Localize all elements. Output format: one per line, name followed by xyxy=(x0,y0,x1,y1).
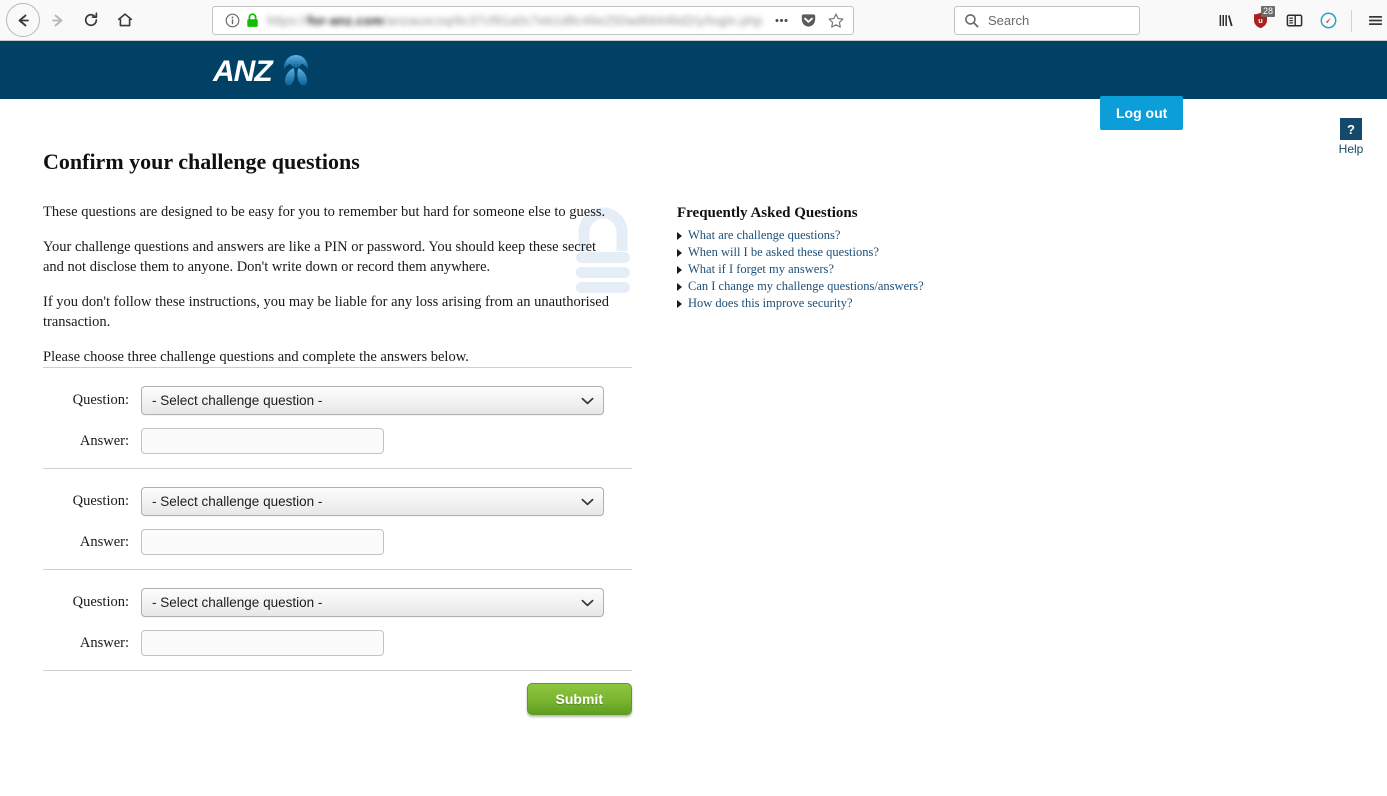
faq-link[interactable]: How does this improve security? xyxy=(688,296,853,311)
answer-label: Answer: xyxy=(79,432,129,449)
faq-item[interactable]: When will I be asked these questions? xyxy=(677,245,1097,260)
info-circle-icon xyxy=(225,13,240,28)
answer-input-1[interactable] xyxy=(141,428,384,454)
answer-row: Answer: xyxy=(43,630,632,656)
identity-box[interactable] xyxy=(219,13,259,28)
back-arrow-icon xyxy=(18,14,29,26)
faq-item[interactable]: What if I forget my answers? xyxy=(677,262,1097,277)
reader-sidebar-icon[interactable] xyxy=(1278,5,1310,37)
ellipsis-icon[interactable] xyxy=(773,12,790,29)
forward-arrow-icon xyxy=(51,14,62,26)
search-input-placeholder[interactable]: Search xyxy=(988,13,1029,28)
hamburger-menu-icon[interactable] xyxy=(1359,5,1387,37)
intro-paragraph: These questions are designed to be easy … xyxy=(43,204,606,220)
anz-logo[interactable]: ANZ xyxy=(213,51,318,89)
answer-row: Answer: xyxy=(43,529,632,555)
challenge-block-2: Question: - Select challenge question - … xyxy=(43,469,632,569)
logout-button[interactable]: Log out xyxy=(1100,96,1184,130)
question-select-2[interactable]: - Select challenge question - xyxy=(141,487,604,516)
answer-input-3[interactable] xyxy=(141,630,384,656)
faq-section: Frequently Asked Questions What are chal… xyxy=(677,205,1097,313)
help-question-mark-icon[interactable]: ? xyxy=(1340,118,1362,140)
forward-button[interactable] xyxy=(40,3,74,37)
home-icon xyxy=(117,13,133,27)
toolbar-separator xyxy=(1351,9,1352,32)
faq-item[interactable]: What are challenge questions? xyxy=(677,228,1097,243)
library-icon[interactable] xyxy=(1210,5,1242,37)
sidebar-panel-icon xyxy=(1286,14,1302,27)
challenge-block-1: Question: - Select challenge question - … xyxy=(43,368,632,468)
ublock-badge-count: 28 xyxy=(1261,5,1276,17)
faq-link[interactable]: Can I change my challenge questions/answ… xyxy=(688,279,924,294)
answer-label: Answer: xyxy=(79,533,129,550)
library-books-icon xyxy=(1219,15,1233,27)
url-bar[interactable]: https://for-anz.com/anzauscsq/6c37cf91a0… xyxy=(212,6,854,35)
urlbar-actions xyxy=(773,12,847,30)
intro-paragraph: Your challenge questions and answers are… xyxy=(43,239,597,275)
triangle-bullet-icon xyxy=(677,231,682,240)
answer-label: Answer: xyxy=(79,634,129,651)
star-icon[interactable] xyxy=(827,12,845,30)
intro-paragraph: Please choose three challenge questions … xyxy=(43,349,469,365)
page-title: Confirm your challenge questions xyxy=(43,148,360,174)
faq-link[interactable]: When will I be asked these questions? xyxy=(688,245,879,260)
url-text: https://for-anz.com/anzauscsq/6c37cf91a0… xyxy=(267,13,763,28)
reload-icon xyxy=(84,12,98,27)
triangle-bullet-icon xyxy=(677,248,682,257)
home-button[interactable] xyxy=(108,3,142,37)
padlock-icon-green xyxy=(247,13,258,27)
question-label: Question: xyxy=(72,493,129,509)
anz-wordmark: ANZ xyxy=(213,55,273,88)
help-block[interactable]: ? Help xyxy=(1335,118,1367,156)
question-label: Question: xyxy=(72,594,129,610)
svg-text:u: u xyxy=(1258,16,1263,25)
pocket-icon[interactable] xyxy=(800,12,817,29)
reload-button[interactable] xyxy=(74,3,108,37)
browser-toolbar-icons: u 28 xyxy=(1210,0,1387,41)
triangle-bullet-icon xyxy=(677,282,682,291)
triangle-bullet-icon xyxy=(677,265,682,274)
question-row: Question: - Select challenge question - xyxy=(43,487,632,516)
ublock-origin-icon[interactable]: u 28 xyxy=(1244,5,1276,37)
submit-button[interactable]: Submit xyxy=(526,683,632,715)
triangle-bullet-icon xyxy=(677,299,682,308)
site-header: ANZ Log out xyxy=(0,41,1387,130)
speedometer-icon[interactable] xyxy=(1312,5,1344,37)
question-select-1[interactable]: - Select challenge question - xyxy=(141,386,604,415)
compass-speedometer-icon xyxy=(1320,12,1336,29)
intro-paragraph: If you don't follow these instructions, … xyxy=(43,294,609,330)
back-button[interactable] xyxy=(6,3,40,37)
question-select-3[interactable]: - Select challenge question - xyxy=(141,588,604,617)
challenge-block-3: Question: - Select challenge question - … xyxy=(43,570,632,670)
question-row: Question: - Select challenge question - xyxy=(43,588,632,617)
question-label: Question: xyxy=(72,392,129,408)
anz-lotus-icon xyxy=(283,55,308,86)
faq-link[interactable]: What if I forget my answers? xyxy=(688,262,834,277)
question-select-value: - Select challenge question - xyxy=(152,595,323,610)
faq-item[interactable]: How does this improve security? xyxy=(677,296,1097,311)
search-icon xyxy=(965,14,979,28)
answer-row: Answer: xyxy=(43,428,632,454)
challenge-questions-form: Question: - Select challenge question - … xyxy=(43,367,632,715)
browser-nav-buttons xyxy=(0,3,142,37)
help-label: Help xyxy=(1338,142,1364,156)
submit-row: Submit xyxy=(43,671,632,715)
browser-chrome: https://for-anz.com/anzauscsq/6c37cf91a0… xyxy=(0,0,1387,41)
faq-title: Frequently Asked Questions xyxy=(677,205,858,221)
menu-lines-icon xyxy=(1368,16,1382,25)
answer-input-2[interactable] xyxy=(141,529,384,555)
faq-item[interactable]: Can I change my challenge questions/answ… xyxy=(677,279,1097,294)
question-select-value: - Select challenge question - xyxy=(152,393,323,408)
faq-link[interactable]: What are challenge questions? xyxy=(688,228,840,243)
chevron-down-icon xyxy=(581,498,594,505)
intro-text-block: These questions are designed to be easy … xyxy=(43,202,618,367)
chevron-down-icon xyxy=(581,397,594,404)
chevron-down-icon xyxy=(581,599,594,606)
question-select-value: - Select challenge question - xyxy=(152,494,323,509)
search-bar[interactable]: Search xyxy=(954,6,1140,35)
question-row: Question: - Select challenge question - xyxy=(43,386,632,415)
